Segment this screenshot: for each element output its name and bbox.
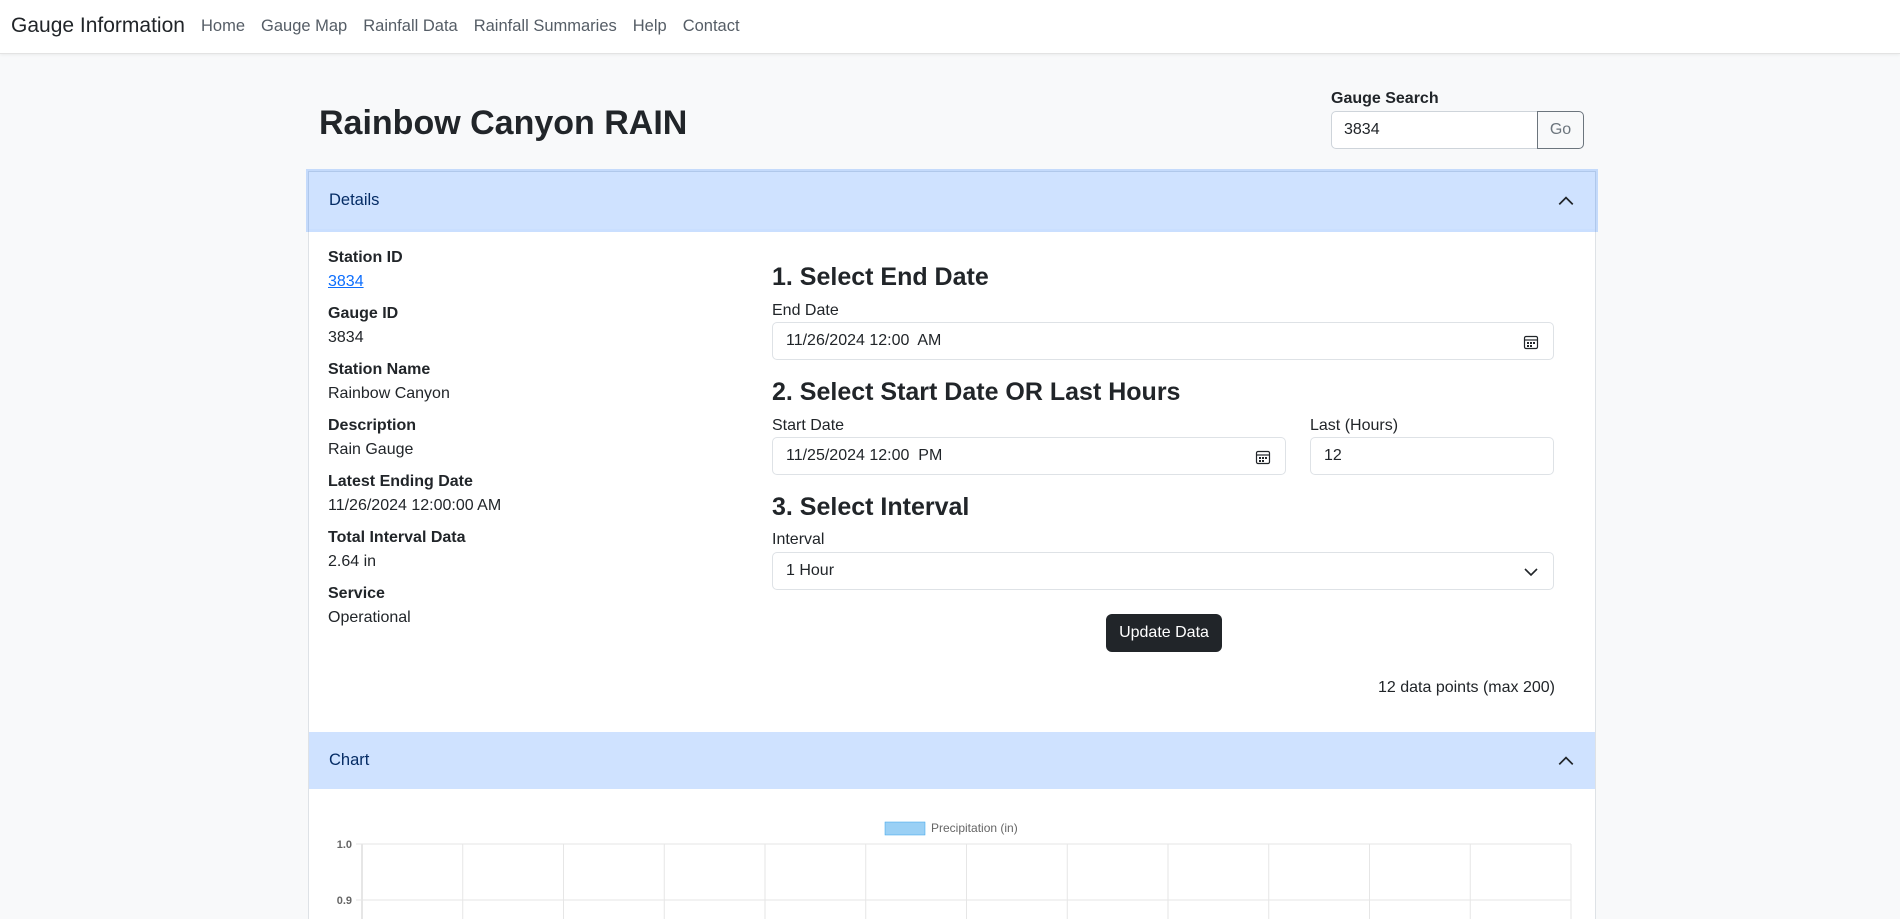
- station-id-link[interactable]: 3834: [328, 273, 364, 290]
- service-value: Operational: [328, 609, 411, 626]
- chevron-up-icon: [1558, 756, 1574, 765]
- y-tick-label: 0.9: [337, 895, 352, 907]
- gauge-id-value: 3834: [328, 329, 364, 346]
- interval-select[interactable]: 1 Hour: [772, 552, 1554, 590]
- gauge-id-label: Gauge ID: [328, 305, 399, 322]
- interval-label: Interval: [772, 531, 825, 548]
- station-name-value: Rainbow Canyon: [328, 385, 450, 402]
- start-date-label: Start Date: [772, 417, 845, 434]
- step3-title: 3. Select Interval: [772, 493, 970, 521]
- calendar-icon[interactable]: [1255, 449, 1271, 465]
- top-navbar: Gauge Information Home Gauge Map Rainfal…: [0, 0, 1900, 54]
- gauge-search-input[interactable]: [1331, 111, 1538, 149]
- chart-accordion-header[interactable]: Chart: [309, 732, 1595, 789]
- station-id-value: 3834: [328, 273, 364, 291]
- last-hours-input[interactable]: 12: [1310, 437, 1554, 475]
- nav-home[interactable]: Home: [201, 17, 245, 36]
- details-accordion-header[interactable]: Details: [309, 172, 1595, 229]
- latest-ending-date-label: Latest Ending Date: [328, 473, 473, 490]
- latest-ending-date-value: 11/26/2024 12:00:00 AM: [328, 497, 502, 514]
- legend-label[interactable]: Precipitation (in): [931, 821, 1018, 835]
- start-date-value: 11/25/2024 12:00 PM: [786, 447, 943, 464]
- chevron-down-icon: [1524, 568, 1538, 577]
- start-date-input[interactable]: 11/25/2024 12:00 PM: [772, 437, 1286, 475]
- total-interval-data-value: 2.64 in: [328, 553, 377, 570]
- y-tick-label: 1.0: [337, 839, 352, 851]
- station-id-label: Station ID: [328, 249, 403, 266]
- step2-title: 2. Select Start Date OR Last Hours: [772, 378, 1181, 406]
- nav-contact[interactable]: Contact: [683, 17, 740, 36]
- nav-rainfall-summaries[interactable]: Rainfall Summaries: [474, 17, 617, 36]
- end-date-input[interactable]: 11/26/2024 12:00 AM: [772, 322, 1554, 360]
- nav-help[interactable]: Help: [633, 17, 667, 36]
- end-date-label: End Date: [772, 302, 839, 319]
- calendar-icon[interactable]: [1523, 334, 1539, 350]
- chart-grid: [356, 843, 1572, 919]
- update-data-button[interactable]: Update Data: [1106, 614, 1222, 652]
- last-hours-label: Last (Hours): [1310, 417, 1399, 434]
- description-label: Description: [328, 417, 417, 434]
- legend-swatch[interactable]: [884, 821, 926, 836]
- step1-title: 1. Select End Date: [772, 263, 989, 291]
- last-hours-value: 12: [1324, 447, 1342, 464]
- gauge-search-label: Gauge Search: [1331, 90, 1439, 107]
- go-button[interactable]: Go: [1537, 111, 1584, 149]
- precipitation-chart: 1.0 0.9 Precipitation (in): [337, 821, 1572, 919]
- nav-links: Home Gauge Map Rainfall Data Rainfall Su…: [201, 17, 756, 36]
- data-points-count: 12 data points (max 200): [1378, 679, 1555, 696]
- total-interval-data-label: Total Interval Data: [328, 529, 466, 546]
- brand-link[interactable]: Gauge Information: [11, 14, 185, 38]
- nav-gauge-map[interactable]: Gauge Map: [261, 17, 347, 36]
- chevron-up-icon: [1558, 196, 1574, 205]
- end-date-value: 11/26/2024 12:00 AM: [786, 332, 942, 349]
- nav-rainfall-data[interactable]: Rainfall Data: [363, 17, 457, 36]
- station-name-label: Station Name: [328, 361, 431, 378]
- page-title: Rainbow Canyon RAIN: [319, 104, 688, 142]
- details-header-label: Details: [329, 191, 380, 209]
- interval-value: 1 Hour: [786, 562, 835, 579]
- description-value: Rain Gauge: [328, 441, 414, 458]
- chart-y-ticks: 1.0 0.9: [337, 839, 352, 907]
- service-label: Service: [328, 585, 385, 602]
- chart-header-label: Chart: [329, 751, 370, 769]
